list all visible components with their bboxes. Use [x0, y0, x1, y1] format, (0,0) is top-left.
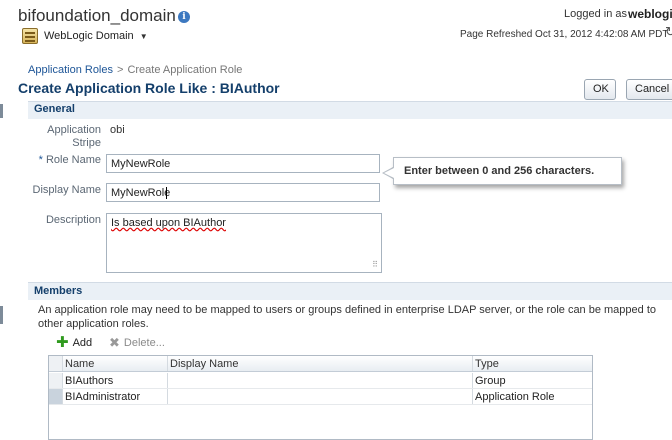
text-cursor [166, 187, 167, 199]
application-stripe-label: Application Stripe [47, 124, 101, 149]
breadcrumb-application-roles[interactable]: Application Roles [28, 64, 113, 76]
row-header-cell [49, 356, 63, 371]
page-refreshed-text: Page Refreshed Oct 31, 2012 4:42:08 AM P… [460, 29, 669, 40]
ok-button[interactable]: OK [584, 79, 616, 100]
description-textarea[interactable]: Is based upon BIAuthor ⠿ [106, 213, 382, 273]
cell-name: BIAdministrator [63, 389, 168, 404]
general-section-title: General [34, 103, 75, 115]
resize-grip-icon[interactable]: ⠿ [372, 261, 378, 269]
members-description: An application role may need to be mappe… [38, 304, 657, 330]
splitter-handle[interactable] [0, 104, 3, 118]
general-section-header [28, 101, 672, 119]
weblogic-domain-menu[interactable]: WebLogic Domain ▼ [22, 27, 148, 45]
logged-in-label: Logged in as [564, 8, 627, 20]
cell-display-name [168, 389, 473, 404]
logged-in-user[interactable]: weblogi [628, 7, 672, 21]
weblogic-domain-icon [22, 28, 38, 44]
breadcrumb: Application Roles > Create Application Rol… [28, 64, 242, 76]
refresh-icon[interactable]: ↻ [665, 24, 672, 40]
row-selector[interactable] [49, 373, 63, 388]
add-member-label: Add [72, 337, 93, 349]
chevron-down-icon: ▼ [139, 31, 148, 41]
breadcrumb-separator: > [117, 64, 124, 76]
page-title: Create Application Role Like : BIAuthor [18, 80, 280, 96]
cell-name: BIAuthors [63, 373, 168, 388]
add-icon: ✚ [56, 334, 69, 351]
members-section-title: Members [34, 285, 83, 297]
delete-member-button[interactable]: ✖ Delete... [109, 335, 165, 351]
role-name-input[interactable] [106, 154, 380, 173]
display-name-input[interactable] [106, 183, 380, 202]
info-icon[interactable]: i [178, 11, 190, 23]
breadcrumb-current: Create Application Role [127, 64, 243, 76]
description-text: Is based upon BIAuthor [111, 217, 226, 229]
page-header: bifoundation_domain i WebLogic Domain ▼ … [0, 0, 672, 54]
cell-display-name [168, 373, 473, 388]
weblogic-domain-label: WebLogic Domain [44, 30, 134, 42]
column-header-name[interactable]: Name [63, 356, 168, 371]
delete-member-label: Delete... [123, 337, 165, 349]
required-marker: * [38, 154, 43, 166]
role-name-label: * Role Name [29, 154, 101, 167]
column-header-type[interactable]: Type [473, 356, 592, 371]
cell-type: Application Role [475, 391, 555, 403]
column-header-display-name[interactable]: Display Name [168, 356, 473, 371]
members-table: Name Display Name Type BIAuthors Group B… [48, 355, 593, 440]
table-header-row: Name Display Name Type [49, 356, 592, 372]
add-member-button[interactable]: ✚ Add [56, 335, 92, 351]
domain-title: bifoundation_domain [18, 6, 176, 25]
display-name-label: Display Name [32, 184, 101, 196]
tooltip-arrow-inner [384, 168, 394, 178]
description-label: Description [45, 214, 101, 226]
splitter-handle[interactable] [0, 306, 3, 324]
delete-icon: ✖ [109, 335, 120, 350]
cancel-button[interactable]: Cancel [626, 79, 672, 100]
character-limit-tooltip: Enter between 0 and 256 characters. [393, 157, 622, 185]
application-stripe-value: obi [110, 124, 125, 136]
cell-type: Group [475, 375, 506, 387]
table-row[interactable]: BIAuthors Group [49, 373, 592, 389]
role-name-label-text: Role Name [45, 154, 101, 166]
members-section-header [28, 282, 672, 300]
table-row[interactable]: BIAdministrator Application Role [49, 389, 592, 405]
row-selector[interactable] [49, 389, 63, 404]
